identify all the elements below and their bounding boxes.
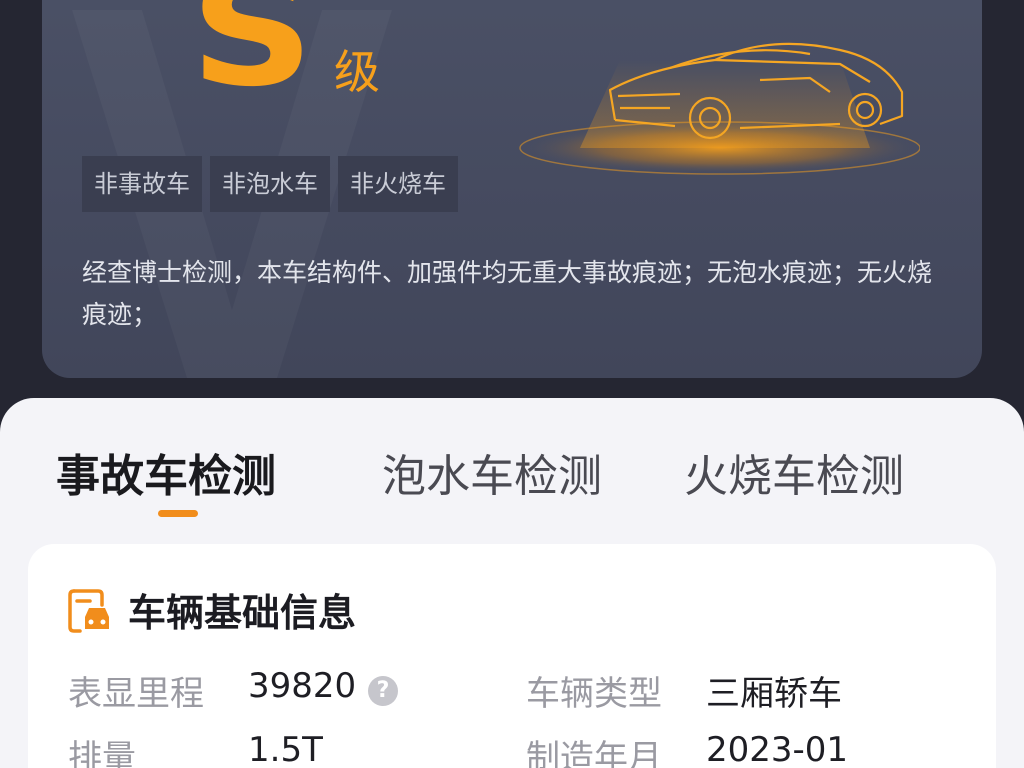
tab-flood-check[interactable]: 泡水车检测 <box>382 440 602 504</box>
info-row: 排量 1.5T 制造年月 2023-01 <box>68 730 968 768</box>
displacement-value: 1.5T <box>248 730 323 768</box>
tag-non-flood: 非泡水车 <box>210 156 330 212</box>
mileage-value: 39820 <box>248 666 357 706</box>
manufacture-date-value: 2023-01 <box>706 730 849 768</box>
active-tab-indicator <box>158 510 198 517</box>
tab-fire-check[interactable]: 火烧车检测 <box>684 440 904 504</box>
vehicle-type-label: 车辆类型 <box>526 674 662 714</box>
tab-accident-check[interactable]: 事故车检测 <box>56 440 276 504</box>
grade-suffix: 级 <box>334 45 380 99</box>
grade-letter: S <box>190 0 314 120</box>
info-card-title: 车辆基础信息 <box>128 591 357 635</box>
manufacture-date-label: 制造年月 <box>526 738 662 768</box>
tag-non-accident: 非事故车 <box>82 156 202 212</box>
info-row: 表显里程 39820 ? 车辆类型 三厢轿车 <box>68 666 968 716</box>
car-document-icon <box>68 588 109 633</box>
sports-car-icon <box>519 42 920 175</box>
tag-non-fire: 非火烧车 <box>338 156 458 212</box>
vehicle-basic-info-card: 车辆基础信息 表显里程 39820 ? 车辆类型 三厢轿车 排量 1.5T 制造… <box>28 544 996 768</box>
help-icon[interactable]: ? <box>368 676 398 706</box>
detail-sheet: 事故车检测 泡水车检测 火烧车检测 车辆基础信息 表显里程 39820 ? 车辆… <box>0 398 1024 768</box>
inspection-summary: 经查博士检测，本车结构件、加强件均无重大事故痕迹；无泡水痕迹；无火烧痕迹； <box>82 258 933 329</box>
info-card-header: 车辆基础信息 <box>68 582 356 637</box>
inspection-report-card: S 级 非事故车 非泡水车 非火烧车 经查博士检测，本车结构件、加强件均无重大事… <box>42 0 982 378</box>
inspection-tags: 非事故车 非泡水车 非火烧车 <box>82 156 458 212</box>
displacement-label: 排量 <box>68 738 136 768</box>
vehicle-type-value: 三厢轿车 <box>706 674 842 714</box>
mileage-label: 表显里程 <box>68 674 204 714</box>
